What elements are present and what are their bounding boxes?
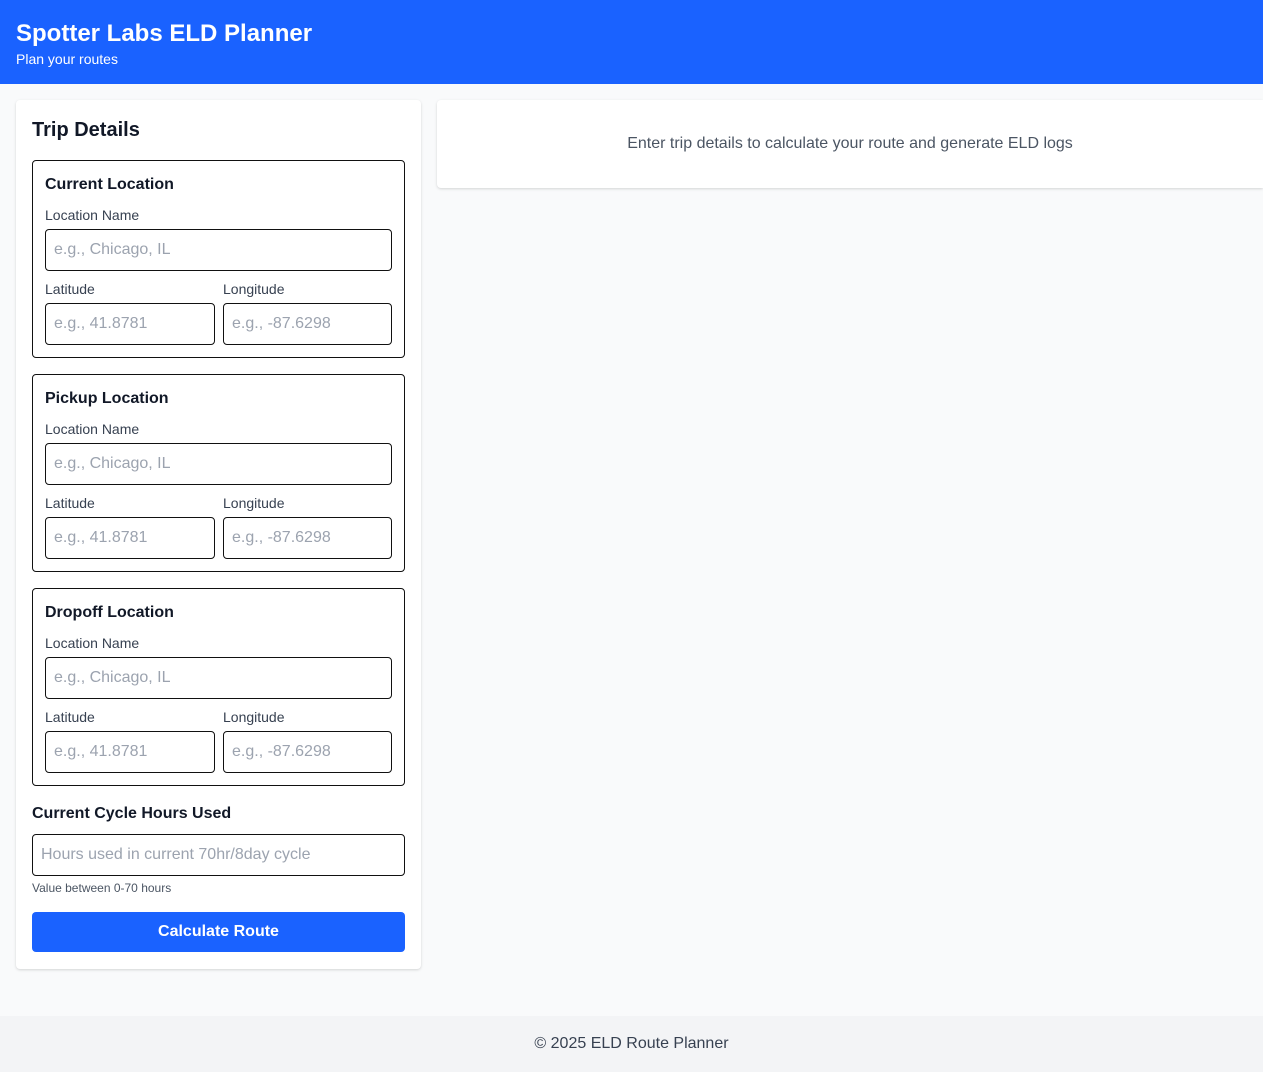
dropoff-longitude-input[interactable] xyxy=(223,731,392,773)
pickup-longitude-input[interactable] xyxy=(223,517,392,559)
section-title: Current Location xyxy=(45,176,174,193)
pickup-latitude-input[interactable] xyxy=(45,517,215,559)
results-card: Enter trip details to calculate your rou… xyxy=(437,100,1263,188)
pickup-location-name-input[interactable] xyxy=(45,443,392,485)
empty-results-message: Enter trip details to calculate your rou… xyxy=(627,135,1073,152)
cycle-hours-label: Current Cycle Hours Used xyxy=(32,805,232,822)
app-title: Spotter Labs ELD Planner xyxy=(16,20,313,47)
app-header: Spotter Labs ELD Planner Plan your route… xyxy=(0,0,1263,84)
longitude-label: Longitude xyxy=(223,281,285,297)
dropoff-location-name-input[interactable] xyxy=(45,657,392,699)
latitude-label: Latitude xyxy=(45,281,95,297)
longitude-label: Longitude xyxy=(223,709,285,725)
section-title: Dropoff Location xyxy=(45,604,174,621)
app-subtitle: Plan your routes xyxy=(16,51,118,67)
location-name-label: Location Name xyxy=(45,207,140,223)
current-location-name-input[interactable] xyxy=(45,229,392,271)
latitude-label: Latitude xyxy=(45,709,95,725)
current-latitude-input[interactable] xyxy=(45,303,215,345)
trip-details-card: Trip Details Current Location Location N… xyxy=(16,100,421,969)
trip-details-title: Trip Details xyxy=(32,119,140,141)
pickup-location-section: Pickup Location Location Name Latitude L… xyxy=(32,374,405,572)
current-longitude-input[interactable] xyxy=(223,303,392,345)
latitude-label: Latitude xyxy=(45,495,95,511)
current-location-section: Current Location Location Name Latitude … xyxy=(32,160,405,358)
location-name-label: Location Name xyxy=(45,421,140,437)
longitude-label: Longitude xyxy=(223,495,285,511)
page-footer: © 2025 ELD Route Planner xyxy=(0,1016,1263,1072)
dropoff-location-section: Dropoff Location Location Name Latitude … xyxy=(32,588,405,786)
location-name-label: Location Name xyxy=(45,635,140,651)
dropoff-latitude-input[interactable] xyxy=(45,731,215,773)
cycle-hours-input[interactable] xyxy=(32,834,405,876)
footer-copyright: © 2025 ELD Route Planner xyxy=(534,1035,729,1052)
section-title: Pickup Location xyxy=(45,390,169,407)
cycle-hours-hint: Value between 0-70 hours xyxy=(32,881,172,895)
calculate-route-button[interactable]: Calculate Route xyxy=(32,912,405,952)
